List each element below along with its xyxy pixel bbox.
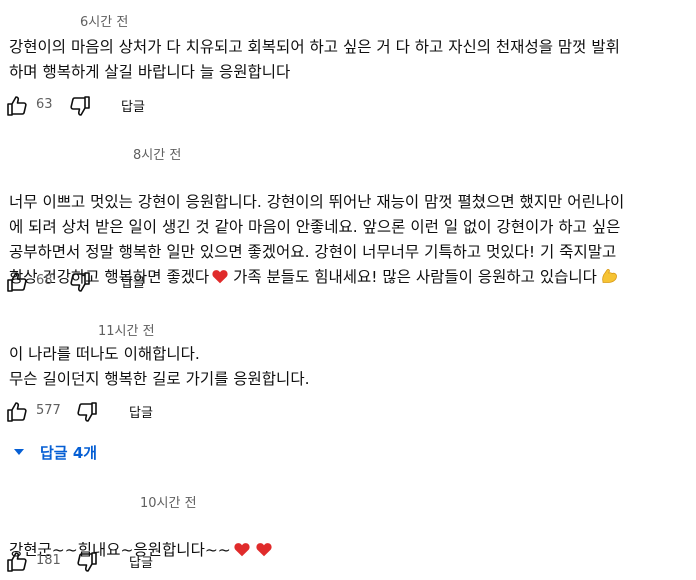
like-count: 181 — [36, 553, 61, 568]
thumbs-up-icon[interactable] — [5, 550, 31, 574]
caret-down-icon — [14, 449, 24, 455]
reply-button[interactable]: 답글 — [129, 402, 153, 421]
comment-timestamp[interactable]: 8시간 전 — [133, 144, 181, 163]
comment-actions: 68 답글 — [0, 270, 300, 294]
thumbs-up-icon[interactable] — [5, 94, 31, 118]
comment-actions: 63 답글 — [0, 94, 300, 118]
comment-actions: 181 답글 — [0, 550, 300, 574]
thumbs-down-icon[interactable] — [68, 270, 94, 294]
comment-text: 이 나라를 떠나도 이해합니다. 무슨 길이던지 행복한 길로 가기를 응원합니… — [9, 345, 310, 388]
flexed-biceps-emoji-icon — [600, 267, 618, 284]
reply-button[interactable]: 답글 — [121, 96, 145, 115]
view-replies-button[interactable]: 답글 4개 — [14, 440, 97, 464]
thumbs-down-icon[interactable] — [75, 400, 101, 424]
comment-actions: 577 답글 — [0, 400, 300, 424]
thumbs-down-icon[interactable] — [75, 550, 101, 574]
thumbs-up-icon[interactable] — [5, 400, 31, 424]
like-count: 577 — [36, 403, 61, 418]
like-count: 63 — [36, 97, 53, 112]
view-replies-label: 답글 4개 — [40, 443, 98, 462]
thumbs-up-icon[interactable] — [5, 270, 31, 294]
comment-timestamp[interactable]: 6시간 전 — [80, 11, 128, 30]
reply-button[interactable]: 답글 — [121, 272, 145, 291]
reply-button[interactable]: 답글 — [129, 552, 153, 571]
comment-timestamp[interactable]: 11시간 전 — [98, 320, 155, 339]
like-count: 68 — [36, 273, 53, 288]
thumbs-down-icon[interactable] — [68, 94, 94, 118]
comment-timestamp[interactable]: 10시간 전 — [140, 492, 197, 511]
comment-text: 강현이의 마음의 상처가 다 치유되고 회복되어 하고 싶은 거 다 하고 자신… — [9, 38, 620, 81]
